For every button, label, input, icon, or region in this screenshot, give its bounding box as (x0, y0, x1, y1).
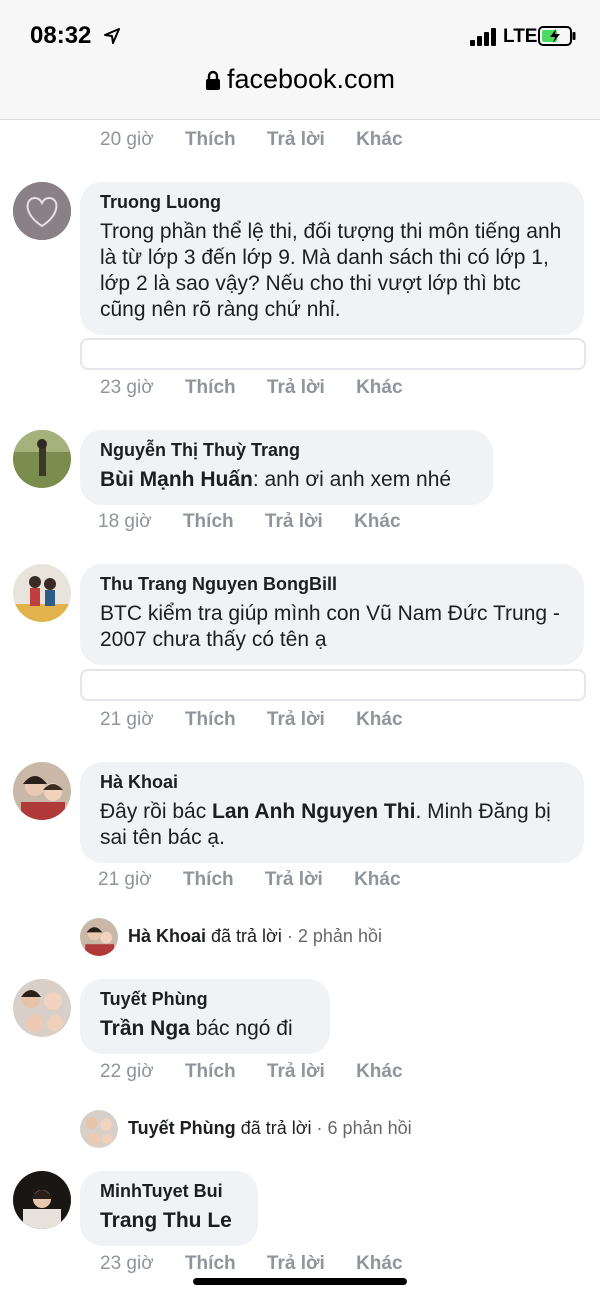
reply-input[interactable] (80, 338, 586, 370)
comment-actions: 18 giờ Thích Trả lời Khác (98, 511, 427, 533)
more-button[interactable]: Khác (356, 1061, 402, 1083)
comment-bubble: Thu Trang Nguyen BongBill BTC kiểm tra g… (80, 564, 584, 665)
comment-body: bác ngó đi (189, 1017, 293, 1040)
like-button[interactable]: Thích (185, 129, 236, 151)
avatar[interactable] (13, 564, 71, 622)
comment-actions: 23 giờ Thích Trả lời Khác (100, 377, 429, 399)
reply-button[interactable]: Trả lời (267, 1253, 325, 1275)
more-button[interactable]: Khác (356, 1253, 402, 1275)
mention-link[interactable]: Bùi Mạnh Huấn (100, 468, 253, 491)
comment-time: 21 giờ (100, 709, 154, 730)
status-time: 08:32 (30, 22, 92, 49)
avatar (80, 1110, 118, 1148)
more-button[interactable]: Khác (354, 511, 400, 533)
comment-author[interactable]: Hà Khoai (100, 772, 564, 793)
comment-text: Bùi Mạnh Huấn: anh ơi anh xem nhé (100, 467, 473, 493)
comment-text: Trang Thu Le (100, 1208, 238, 1234)
family-avatar-image (13, 979, 71, 1037)
location-arrow-icon (104, 28, 120, 44)
comment-time: 18 giờ (98, 511, 152, 532)
comment-text: Trần Nga bác ngó đi (100, 1016, 310, 1042)
reply-author: Hà Khoai (128, 926, 207, 946)
family-avatar-image (13, 762, 71, 820)
browser-top-bar: 08:32 LTE facebook.com (0, 0, 600, 120)
mention-link[interactable]: Trang Thu Le (100, 1209, 232, 1232)
signal-icon (470, 28, 498, 46)
comment-author[interactable]: Truong Luong (100, 192, 564, 213)
reply-count: · 6 phản hồi (316, 1118, 412, 1138)
like-button[interactable]: Thích (185, 709, 236, 731)
heart-avatar-image (13, 182, 71, 240)
comment-actions: 21 giờ Thích Trả lời Khác (100, 709, 429, 731)
comment-body: Đây rồi bác (100, 800, 213, 823)
home-indicator[interactable] (193, 1278, 407, 1285)
comment-author[interactable]: Nguyễn Thị Thuỳ Trang (100, 440, 473, 461)
more-button[interactable]: Khác (354, 869, 400, 891)
like-button[interactable]: Thích (185, 377, 236, 399)
portrait-avatar-image (13, 1171, 71, 1229)
mention-link[interactable]: Lan Anh Nguyen Thi (212, 800, 415, 823)
comment-author[interactable]: Thu Trang Nguyen BongBill (100, 574, 564, 595)
comment-actions: 21 giờ Thích Trả lời Khác (98, 869, 427, 891)
more-button[interactable]: Khác (356, 129, 402, 151)
reply-button[interactable]: Trả lời (267, 129, 325, 151)
comment-body: : anh ơi anh xem nhé (252, 468, 452, 491)
reply-button[interactable]: Trả lời (267, 1061, 325, 1083)
reply-count: · 2 phản hồi (286, 926, 382, 946)
comment-author[interactable]: MinhTuyet Bui (100, 1181, 238, 1202)
battery-charging-icon (538, 26, 576, 46)
like-button[interactable]: Thích (185, 1061, 236, 1083)
comment-bubble: Tuyết Phùng Trần Nga bác ngó đi (80, 979, 330, 1054)
lock-icon (205, 70, 220, 90)
reply-action: đã trả lời (240, 1118, 312, 1138)
avatar[interactable] (13, 430, 71, 488)
reply-author: Tuyết Phùng (128, 1118, 236, 1138)
avatar[interactable] (13, 762, 71, 820)
like-button[interactable]: Thích (185, 1253, 236, 1275)
comment-author[interactable]: Tuyết Phùng (100, 989, 310, 1010)
comment-actions: 20 giờ Thích Trả lời Khác (100, 129, 429, 151)
comment-bubble: Hà Khoai Đây rồi bác Lan Anh Nguyen Thi.… (80, 762, 584, 863)
comment-bubble: Nguyễn Thị Thuỳ Trang Bùi Mạnh Huấn: anh… (80, 430, 493, 505)
comment-text: Đây rồi bác Lan Anh Nguyen Thi. Minh Đăn… (100, 799, 564, 851)
avatar (80, 918, 118, 956)
family-avatar-image (80, 918, 118, 956)
network-label: LTE (503, 26, 538, 47)
more-button[interactable]: Khác (356, 709, 402, 731)
comment-time: 22 giờ (100, 1061, 154, 1082)
comment-time: 21 giờ (98, 869, 152, 890)
family-avatar-image (80, 1110, 118, 1148)
reply-button[interactable]: Trả lời (267, 709, 325, 731)
comment-actions: 22 giờ Thích Trả lời Khác (100, 1061, 429, 1083)
comment-time: 23 giờ (100, 377, 154, 398)
more-button[interactable]: Khác (356, 377, 402, 399)
reply-action: đã trả lời (211, 926, 282, 946)
comment-text: BTC kiểm tra giúp mình con Vũ Nam Đức Tr… (100, 602, 560, 651)
reply-button[interactable]: Trả lời (267, 377, 325, 399)
mention-link[interactable]: Trần Nga (100, 1017, 190, 1040)
url-bar[interactable]: facebook.com (0, 64, 600, 95)
avatar[interactable] (13, 979, 71, 1037)
like-button[interactable]: Thích (183, 511, 234, 533)
outdoor-avatar-image (13, 430, 71, 488)
like-button[interactable]: Thích (183, 869, 234, 891)
url-text: facebook.com (226, 64, 396, 94)
people-avatar-image (13, 564, 71, 622)
comment-bubble: Truong Luong Trong phần thể lệ thi, đối … (80, 182, 584, 335)
comment-actions: 23 giờ Thích Trả lời Khác (100, 1253, 429, 1275)
comment-text: Trong phần thể lệ thi, đối tượng thi môn… (100, 220, 562, 321)
avatar[interactable] (13, 1171, 71, 1229)
reply-input[interactable] (80, 669, 586, 701)
comment-bubble: MinhTuyet Bui Trang Thu Le (80, 1171, 258, 1246)
reply-button[interactable]: Trả lời (265, 511, 323, 533)
comment-time: 20 giờ (100, 129, 154, 150)
reply-button[interactable]: Trả lời (265, 869, 323, 891)
avatar[interactable] (13, 182, 71, 240)
comment-time: 23 giờ (100, 1253, 154, 1274)
